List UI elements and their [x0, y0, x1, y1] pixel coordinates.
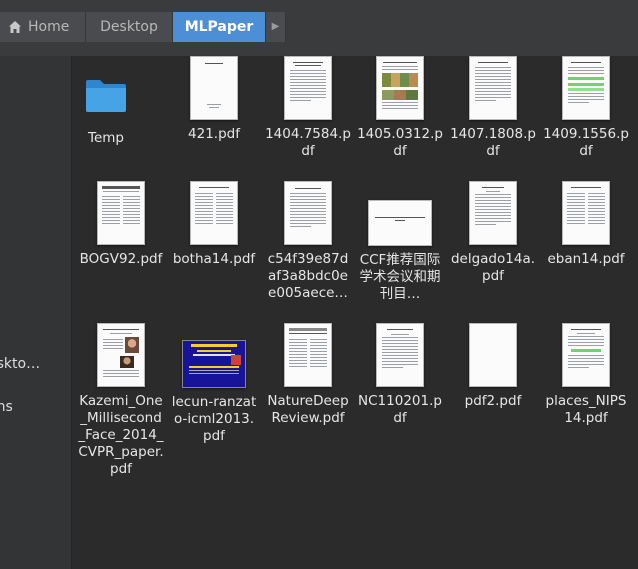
- file-name: 1407.1808.pdf: [450, 126, 536, 159]
- file-name: NatureDeepReview.pdf: [267, 393, 349, 426]
- home-icon: [8, 20, 22, 34]
- file-item-delgado14a[interactable]: delgado14a.pdf: [447, 181, 539, 285]
- file-name: delgado14a.pdf: [450, 251, 536, 284]
- file-item-1409-1556[interactable]: 1409.1556.pdf: [540, 56, 632, 160]
- file-name: botha14.pdf: [172, 251, 256, 267]
- file-item-nc110201[interactable]: NC110201.pdf: [354, 323, 446, 427]
- file-item-1404-7584[interactable]: 1404.7584.pdf: [262, 56, 354, 160]
- file-name: 421.pdf: [188, 126, 240, 142]
- breadcrumb-home-label: Home: [28, 19, 70, 35]
- pdf-thumbnail-icon: [284, 56, 332, 120]
- breadcrumb: Home Desktop MLPaper ▶: [0, 12, 286, 42]
- file-item-naturedeepreview[interactable]: NatureDeepReview.pdf: [262, 323, 354, 427]
- file-name: 1404.7584.pdf: [265, 126, 351, 159]
- file-item-pdf2[interactable]: pdf2.pdf: [447, 323, 539, 410]
- file-name: Temp: [88, 130, 124, 146]
- file-item-1405-0312[interactable]: 1405.0312.pdf: [354, 56, 446, 160]
- file-name: pdf2.pdf: [464, 393, 522, 409]
- file-item-lecun[interactable]: lecun-ranzato-icml2013.pdf: [168, 340, 260, 445]
- pdf-thumbnail-icon: [182, 340, 246, 388]
- file-name: 1409.1556.pdf: [543, 126, 629, 159]
- file-item-places-nips14[interactable]: places_NIPS14.pdf: [540, 323, 632, 427]
- pdf-thumbnail-icon: [562, 56, 610, 120]
- pdf-thumbnail-icon: [469, 181, 517, 245]
- folder-icon: [60, 78, 152, 120]
- file-grid: Temp 421.pdf 1404.7584.pdf 1405.0312.pdf: [72, 56, 638, 569]
- pdf-thumbnail-icon: [97, 323, 145, 387]
- pdf-thumbnail-icon: [376, 56, 424, 120]
- pdf-thumbnail-icon: [97, 181, 145, 245]
- file-item-c54f39e87d[interactable]: c54f39e87daf3a8bdc0ee005aece…: [262, 181, 354, 302]
- file-item-1407-1808[interactable]: 1407.1808.pdf: [447, 56, 539, 160]
- file-name: 1405.0312.pdf: [357, 126, 443, 159]
- sidebar-item-desktop[interactable]: eskto…: [0, 356, 71, 372]
- path-bar: Home Desktop MLPaper ▶: [0, 0, 638, 56]
- pdf-thumbnail-icon: [562, 323, 610, 387]
- file-name: Kazemi_One_Millisecond_Face_2014_CVPR_pa…: [78, 393, 164, 477]
- pdf-thumbnail-icon: [190, 56, 238, 120]
- pdf-thumbnail-icon: [284, 323, 332, 387]
- file-name: BOGV92.pdf: [79, 251, 163, 267]
- chevron-right-icon[interactable]: ▶: [266, 12, 286, 42]
- breadcrumb-mlpaper[interactable]: MLPaper: [173, 12, 266, 42]
- pdf-thumbnail-icon: [376, 323, 424, 387]
- pdf-thumbnail-icon: [469, 323, 517, 387]
- pdf-thumbnail-icon: [368, 200, 432, 246]
- sidebar-item-locations[interactable]: ons: [0, 399, 71, 415]
- pdf-thumbnail-icon: [562, 181, 610, 245]
- file-item-ccf[interactable]: CCF推荐国际学术会议和期刊目…: [354, 200, 446, 303]
- file-item-temp[interactable]: Temp: [60, 78, 152, 147]
- file-item-421[interactable]: 421.pdf: [168, 56, 260, 143]
- file-item-eban14[interactable]: eban14.pdf: [540, 181, 632, 268]
- breadcrumb-desktop[interactable]: Desktop: [86, 12, 173, 42]
- breadcrumb-home[interactable]: Home: [0, 12, 86, 42]
- file-name: c54f39e87daf3a8bdc0ee005aece…: [267, 251, 349, 301]
- file-item-kazemi[interactable]: Kazemi_One_Millisecond_Face_2014_CVPR_pa…: [75, 323, 167, 478]
- pdf-thumbnail-icon: [469, 56, 517, 120]
- file-item-bogv92[interactable]: BOGV92.pdf: [75, 181, 167, 268]
- file-name: NC110201.pdf: [358, 393, 442, 426]
- file-name: eban14.pdf: [547, 251, 625, 267]
- pdf-thumbnail-icon: [284, 181, 332, 245]
- pdf-thumbnail-icon: [190, 181, 238, 245]
- file-name: lecun-ranzato-icml2013.pdf: [171, 394, 257, 444]
- file-name: CCF推荐国际学术会议和期刊目…: [359, 252, 441, 302]
- file-name: places_NIPS14.pdf: [545, 393, 627, 426]
- file-item-botha14[interactable]: botha14.pdf: [168, 181, 260, 268]
